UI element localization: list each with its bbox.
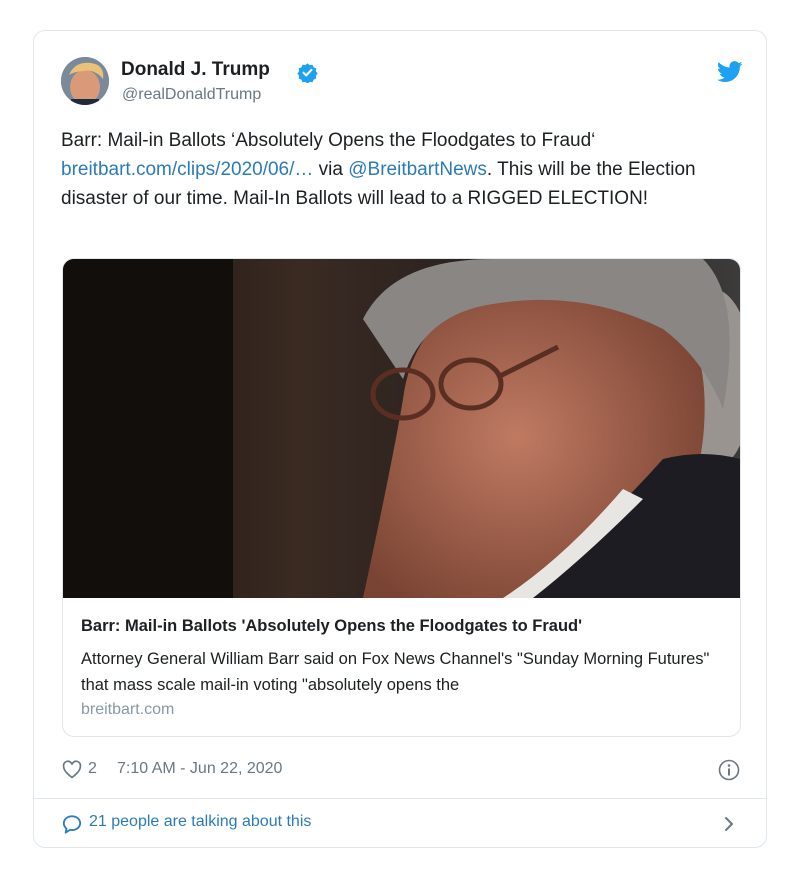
tweet-mention[interactable]: @BreitbartNews xyxy=(348,159,487,180)
link-preview-title[interactable]: Barr: Mail-in Ballots 'Absolutely Opens … xyxy=(81,617,582,636)
link-preview-photo xyxy=(63,259,740,598)
chevron-right-icon[interactable] xyxy=(722,814,736,834)
author-name[interactable]: Donald J. Trump xyxy=(121,59,270,81)
speech-bubble-icon xyxy=(62,815,82,834)
avatar-image xyxy=(61,57,109,105)
tweet-text: Barr: Mail-in Ballots ‘Absolutely Opens … xyxy=(61,126,741,213)
twitter-bird-icon[interactable] xyxy=(717,61,743,83)
link-preview-description: Attorney General William Barr said on Fo… xyxy=(81,650,710,694)
tweet-timestamp[interactable]: 7:10 AM - Jun 22, 2020 xyxy=(117,760,282,778)
info-icon[interactable] xyxy=(718,759,740,781)
like-count[interactable]: 2 xyxy=(88,760,97,778)
verified-badge-icon xyxy=(297,63,318,83)
tweet-via: via xyxy=(313,159,349,180)
tweet-card[interactable]: Donald J. Trump @realDonaldTrump Barr: M… xyxy=(33,30,767,848)
link-preview-domain: breitbart.com xyxy=(81,701,175,718)
tweet-text-headline: Barr: Mail-in Ballots ‘Absolutely Opens … xyxy=(61,130,596,151)
link-preview-card[interactable]: Barr: Mail-in Ballots 'Absolutely Opens … xyxy=(62,258,741,737)
heart-icon[interactable] xyxy=(62,760,82,779)
author-avatar[interactable] xyxy=(61,57,109,105)
tweet-link[interactable]: breitbart.com/clips/2020/06/… xyxy=(61,159,313,180)
author-handle[interactable]: @realDonaldTrump xyxy=(122,86,261,104)
conversation-label[interactable]: 21 people are talking about this xyxy=(89,813,311,831)
divider xyxy=(34,798,766,799)
